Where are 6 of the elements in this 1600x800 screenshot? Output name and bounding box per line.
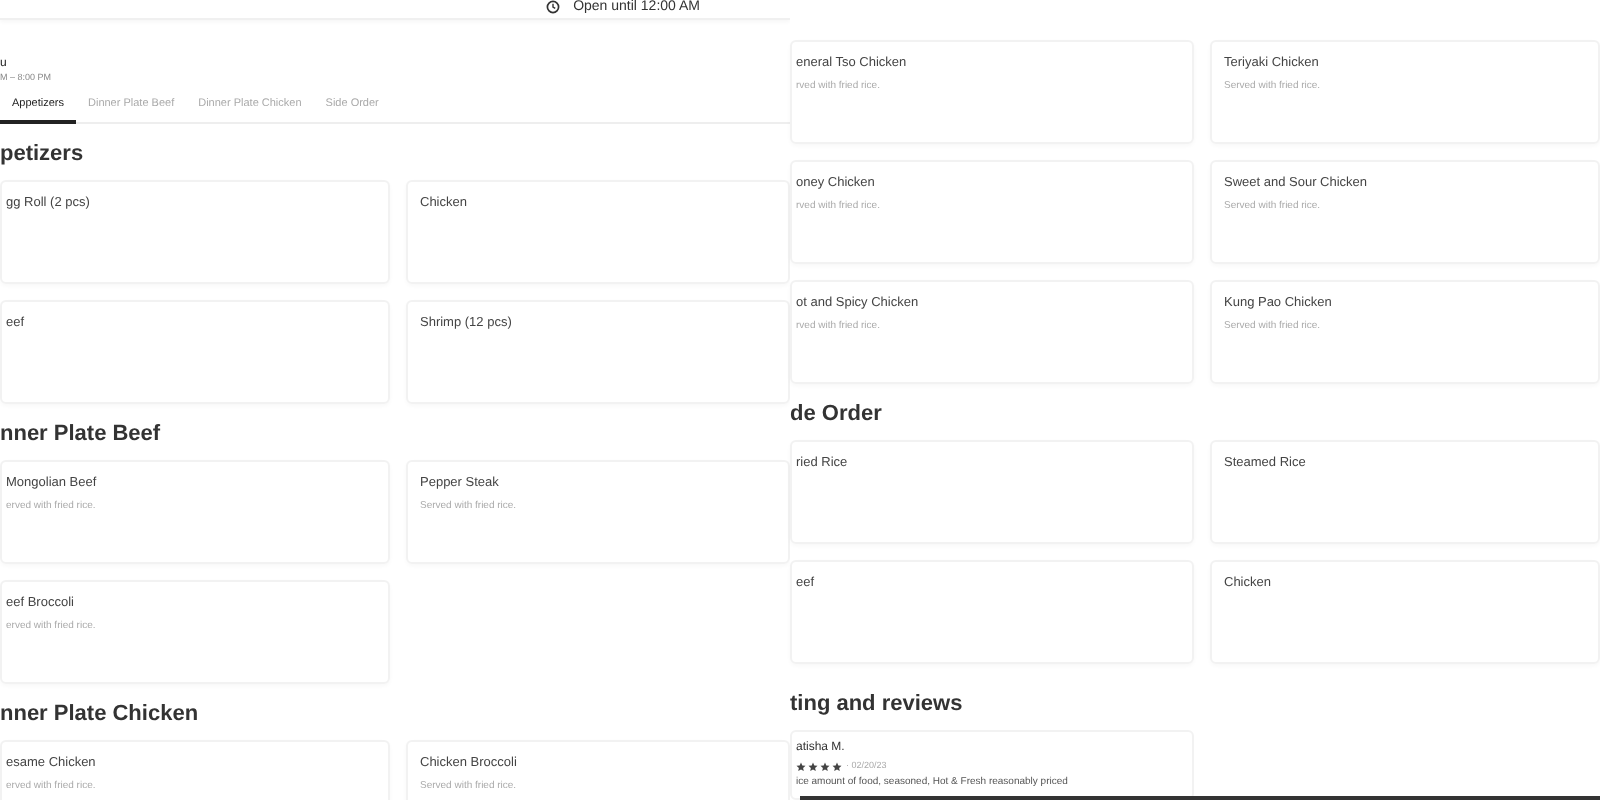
section-heading: ting and reviews xyxy=(790,692,965,718)
section-heading: nner Plate Chicken xyxy=(0,702,201,728)
section-heading: nner Plate Beef xyxy=(0,422,163,448)
section-heading: petizers xyxy=(0,142,86,168)
clock-icon xyxy=(545,0,560,14)
section-heading: de Order xyxy=(790,402,884,428)
